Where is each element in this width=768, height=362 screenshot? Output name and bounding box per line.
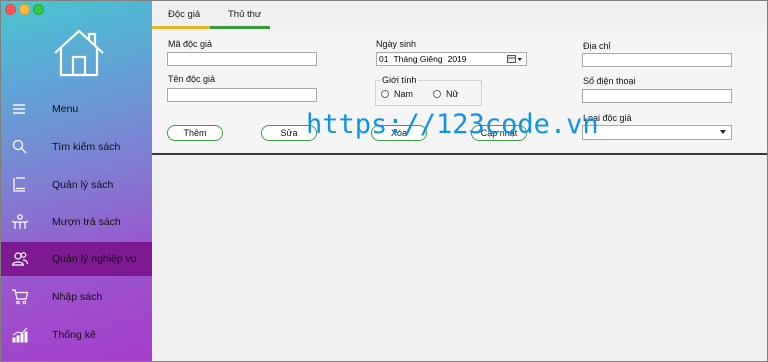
sidebar-item-import[interactable]: Nhập sách <box>1 280 152 314</box>
radio-circle <box>381 90 389 98</box>
ma-doc-gia-label: Mã độc giả <box>168 39 213 49</box>
dia-chi-label: Địa chỉ <box>583 41 611 51</box>
gioi-tinh-label: Giới tính <box>380 75 419 85</box>
ten-doc-gia-label: Tên độc giả <box>168 74 216 84</box>
ngay-sinh-label: Ngày sinh <box>376 39 417 49</box>
tab-thu-thu[interactable]: Thủ thư <box>228 9 261 20</box>
tab-doc-gia[interactable]: Độc giả <box>168 9 200 20</box>
tab-bar: Độc giả Thủ thư <box>152 1 767 31</box>
home-icon[interactable] <box>51 27 107 79</box>
book-icon <box>13 177 25 192</box>
ten-doc-gia-input[interactable] <box>167 88 317 102</box>
sidebar-item-borrow[interactable]: Mượn trả sách <box>1 205 152 239</box>
gioi-tinh-nam-radio[interactable]: Nam <box>381 89 413 99</box>
date-year: 2019 <box>447 54 467 64</box>
gioi-tinh-nu-radio[interactable]: Nữ <box>433 89 459 99</box>
ngay-sinh-datepicker[interactable]: 01 Tháng Giêng 2019 <box>376 52 527 66</box>
date-day: 01 <box>379 54 389 64</box>
sidebar-item-statistics[interactable]: Thống kê <box>1 318 152 352</box>
sidebar: Menu Tìm kiếm sách Quản lý sách Mượn trả… <box>1 1 152 361</box>
sidebar-item-label: Nhập sách <box>52 291 103 303</box>
users-icon <box>11 252 29 266</box>
tab-thu-thu-indicator <box>210 26 270 29</box>
hamburger-icon <box>13 104 25 114</box>
sidebar-item-label: Quản lý nghiệp vu <box>52 253 137 265</box>
date-month: Tháng Giêng <box>393 54 443 64</box>
tab-doc-gia-indicator <box>152 26 210 29</box>
close-window-button[interactable] <box>5 4 16 15</box>
reader-data-grid[interactable] <box>152 153 767 361</box>
cart-icon <box>12 289 29 305</box>
borrow-icon <box>11 214 29 229</box>
sidebar-item-label: Thống kê <box>52 329 96 341</box>
them-button[interactable]: Thêm <box>167 125 223 141</box>
sidebar-item-label: Quản lý sách <box>52 179 114 191</box>
sidebar-item-label: Mượn trả sách <box>52 216 121 228</box>
main-content: Độc giả Thủ thư Mã độc giả Tên độc giả N… <box>152 1 767 361</box>
radio-circle <box>433 90 441 98</box>
so-dien-thoai-input[interactable] <box>582 89 732 103</box>
maximize-window-button[interactable] <box>33 4 44 15</box>
so-dien-thoai-label: Số điện thoại <box>583 76 636 86</box>
minimize-window-button[interactable] <box>19 4 30 15</box>
sidebar-item-menu[interactable]: Menu <box>1 92 152 126</box>
chevron-down-icon <box>720 130 726 134</box>
loai-doc-gia-select[interactable] <box>582 125 732 140</box>
search-icon <box>12 139 27 154</box>
radio-label-nam: Nam <box>394 89 414 99</box>
ma-doc-gia-input[interactable] <box>167 52 317 66</box>
sidebar-item-label: Menu <box>52 103 79 115</box>
sidebar-item-business[interactable]: Quản lý nghiệp vu <box>1 242 152 276</box>
sidebar-item-label: Tìm kiếm sách <box>52 141 121 153</box>
calendar-dropdown-icon[interactable] <box>507 55 523 64</box>
chart-icon <box>12 327 28 343</box>
app-window: Menu Tìm kiếm sách Quản lý sách Mượn trả… <box>0 0 768 362</box>
watermark-text: https://123code.vn <box>306 109 599 140</box>
radio-label-nu: Nữ <box>446 89 459 99</box>
dia-chi-input[interactable] <box>582 53 732 67</box>
sidebar-item-books[interactable]: Quản lý sách <box>1 168 152 202</box>
sidebar-item-search[interactable]: Tìm kiếm sách <box>1 130 152 164</box>
